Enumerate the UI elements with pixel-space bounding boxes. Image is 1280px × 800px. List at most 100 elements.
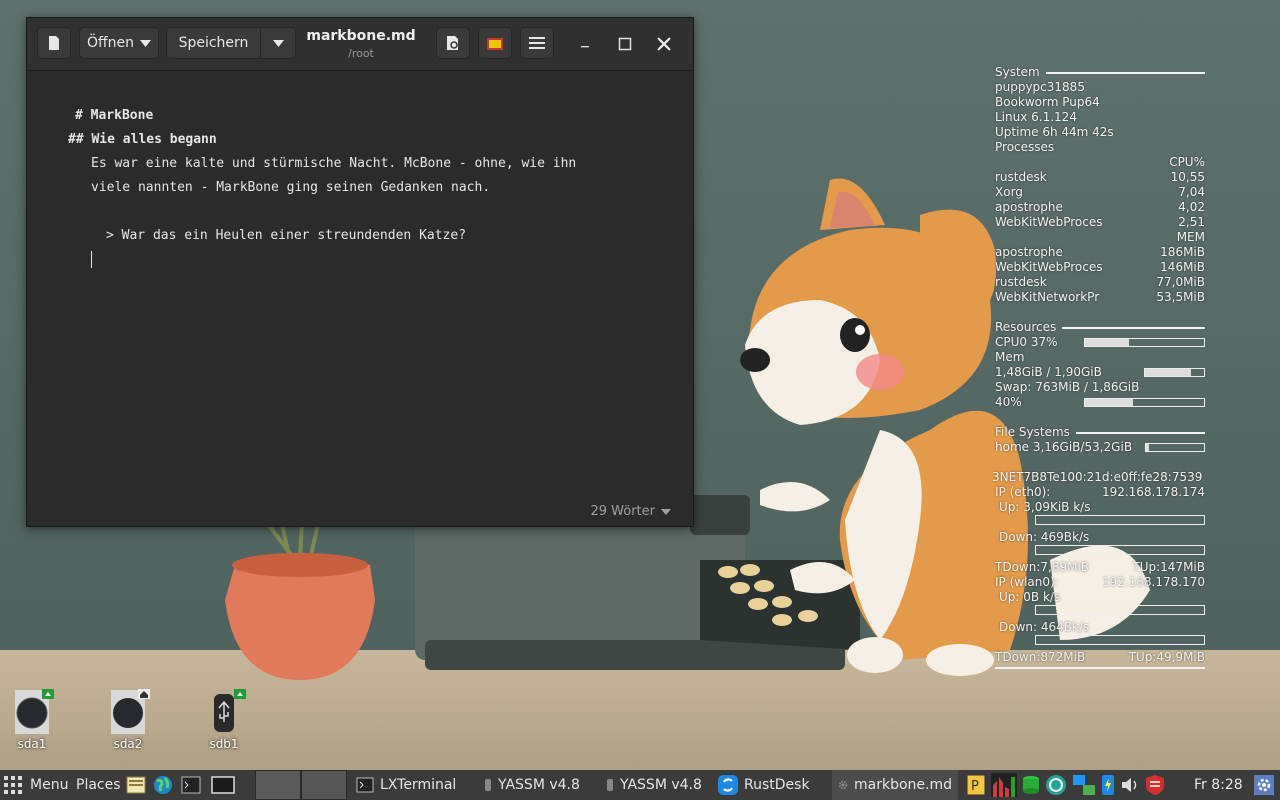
places-label: Places (76, 777, 121, 793)
drive-label: sda2 (113, 737, 143, 751)
process-value: 10,55 (1170, 170, 1205, 184)
minimize-button[interactable] (573, 32, 597, 56)
cpu0-usage: CPU0 37% (995, 335, 1058, 349)
workspace-1[interactable] (255, 770, 301, 800)
task-yassm-1[interactable]: YASSM v4.8 (478, 770, 598, 800)
document-path: /root (348, 47, 374, 60)
editor-line-h1: # MarkBone (75, 108, 154, 123)
open-button[interactable]: Öffnen (79, 27, 159, 59)
usb-drive-icon (214, 689, 246, 732)
save-button-label: Speichern (178, 35, 249, 51)
wlan-upload-graph (1035, 605, 1205, 615)
globe-icon (154, 776, 172, 794)
drive-icon-sda1[interactable]: sda1 (4, 688, 60, 751)
menu-label: Menu (30, 777, 69, 793)
pmount-icon[interactable]: P (966, 774, 986, 796)
close-button[interactable] (652, 32, 676, 56)
network-ipv6: 3NET7B8Te100:21d:e0ff:fe28:7539 (992, 470, 1203, 484)
eth-total-up: TUp:147MiB (1132, 560, 1205, 574)
minimize-icon (581, 46, 589, 48)
word-count-button[interactable]: 29 Wörter (590, 504, 671, 519)
process-name: WebKitWebProces (995, 260, 1103, 274)
hamburger-icon (529, 37, 545, 49)
settings-gear-icon (1254, 775, 1274, 795)
main-menu-button[interactable] (520, 27, 554, 59)
firewall-shield-icon[interactable] (1145, 774, 1165, 796)
app-window-icon (485, 779, 491, 791)
cpu-monitor-icon[interactable] (991, 773, 1017, 797)
clock[interactable]: Fr 8:28 (1194, 770, 1243, 800)
workspace-2[interactable] (301, 770, 347, 800)
open-button-label: Öffnen (86, 35, 135, 51)
new-document-button[interactable] (37, 27, 71, 59)
save-options-button[interactable] (260, 27, 296, 59)
document-title: markbone.md (306, 28, 416, 44)
eth-upload-graph (1035, 515, 1205, 525)
eth-download: Down: 469Bk/s (999, 530, 1090, 544)
chevron-down-icon (272, 39, 284, 47)
launcher-browser[interactable] (153, 770, 173, 800)
drive-icon-sda2[interactable]: sda2 (100, 688, 156, 751)
launcher-terminal[interactable] (181, 770, 201, 800)
drive-label: sda1 (17, 737, 47, 751)
process-value: 186MiB (1160, 245, 1205, 259)
task-label: LXTerminal (380, 777, 457, 793)
network-globe-icon[interactable] (1045, 774, 1067, 796)
process-value: 2,51 (1178, 215, 1205, 229)
places-button[interactable]: Places (76, 770, 121, 800)
task-lxterminal[interactable]: LXTerminal (350, 770, 470, 800)
process-name: rustdesk (995, 170, 1047, 184)
database-icon[interactable] (1022, 775, 1040, 795)
editor-text-area[interactable]: # MarkBone ## Wie alles begann Es war ei… (27, 71, 693, 501)
task-yassm-2[interactable]: YASSM v4.8 (600, 770, 710, 800)
editor-line-paragraph-1: Es war eine kalte und stürmische Nacht. … (91, 156, 577, 171)
editor-line-paragraph-2: viele nannten - MarkBone ging seinen Ged… (91, 180, 491, 195)
process-name: WebKitWebProces (995, 215, 1103, 229)
task-label: markbone.md (854, 777, 952, 793)
wlan-total-up: TUp:49,9MiB (1128, 650, 1205, 664)
menu-button[interactable]: Menu (4, 770, 68, 800)
file-manager-icon (126, 776, 146, 794)
distro: Bookworm Pup64 (995, 95, 1100, 109)
process-value: 4,02 (1178, 200, 1205, 214)
section-title: System (995, 65, 1040, 79)
cpu-header: CPU% (1169, 155, 1205, 169)
task-rustdesk[interactable]: RustDesk (712, 770, 830, 800)
fs-home-bar (1145, 443, 1205, 452)
cpu-process-row: WebKitWebProces 2,51 (995, 215, 1205, 230)
launcher-file-manager[interactable] (126, 770, 146, 800)
eth-total-down: TDown:7,89MiB (995, 560, 1090, 574)
rustdesk-icon (718, 775, 738, 795)
fs-home: home 3,16GiB/53,2GiB (995, 440, 1133, 454)
process-value: 53,5MiB (1156, 290, 1205, 304)
preview-button[interactable] (436, 27, 470, 59)
kernel: Linux 6.1.124 (995, 110, 1077, 124)
task-label: YASSM v4.8 (498, 777, 580, 793)
save-button[interactable]: Speichern (166, 27, 261, 59)
drive-icon-sdb1[interactable]: sdb1 (196, 688, 252, 751)
task-markbone[interactable]: markbone.md (832, 770, 958, 800)
process-name: WebKitNetworkPr (995, 290, 1100, 304)
editor-headerbar: Öffnen Speichern markbone.md /root (27, 18, 693, 71)
settings-tray-button[interactable] (1254, 770, 1274, 800)
cpu-process-row: apostrophe 4,02 (995, 200, 1205, 215)
word-count-label: 29 Wörter (590, 504, 655, 519)
power-icon[interactable] (1101, 774, 1115, 796)
mem-label: Mem (995, 350, 1025, 364)
network-connections-icon[interactable] (1072, 774, 1096, 796)
maximize-icon (618, 37, 632, 51)
wlan-ip-label: IP (wlan0): (995, 575, 1059, 589)
clock-label: Fr 8:28 (1194, 777, 1243, 793)
eth-ip: 192.168.178.174 (1101, 485, 1205, 499)
taskbar: Menu Places LXTerminal YASSM v4.8 YASSM … (0, 770, 1280, 800)
show-desktop-button[interactable] (211, 770, 235, 800)
mem-bar-fill (1145, 369, 1192, 376)
swap-bar-fill (1085, 399, 1133, 406)
editor-window: Öffnen Speichern markbone.md /root # Mar… (26, 17, 694, 527)
cpu0-bar-fill (1085, 339, 1130, 346)
process-name: apostrophe (995, 200, 1063, 214)
export-button[interactable] (478, 27, 512, 59)
maximize-button[interactable] (613, 32, 637, 56)
volume-icon[interactable] (1120, 776, 1140, 794)
mem-process-row: apostrophe 186MiB (995, 245, 1205, 260)
